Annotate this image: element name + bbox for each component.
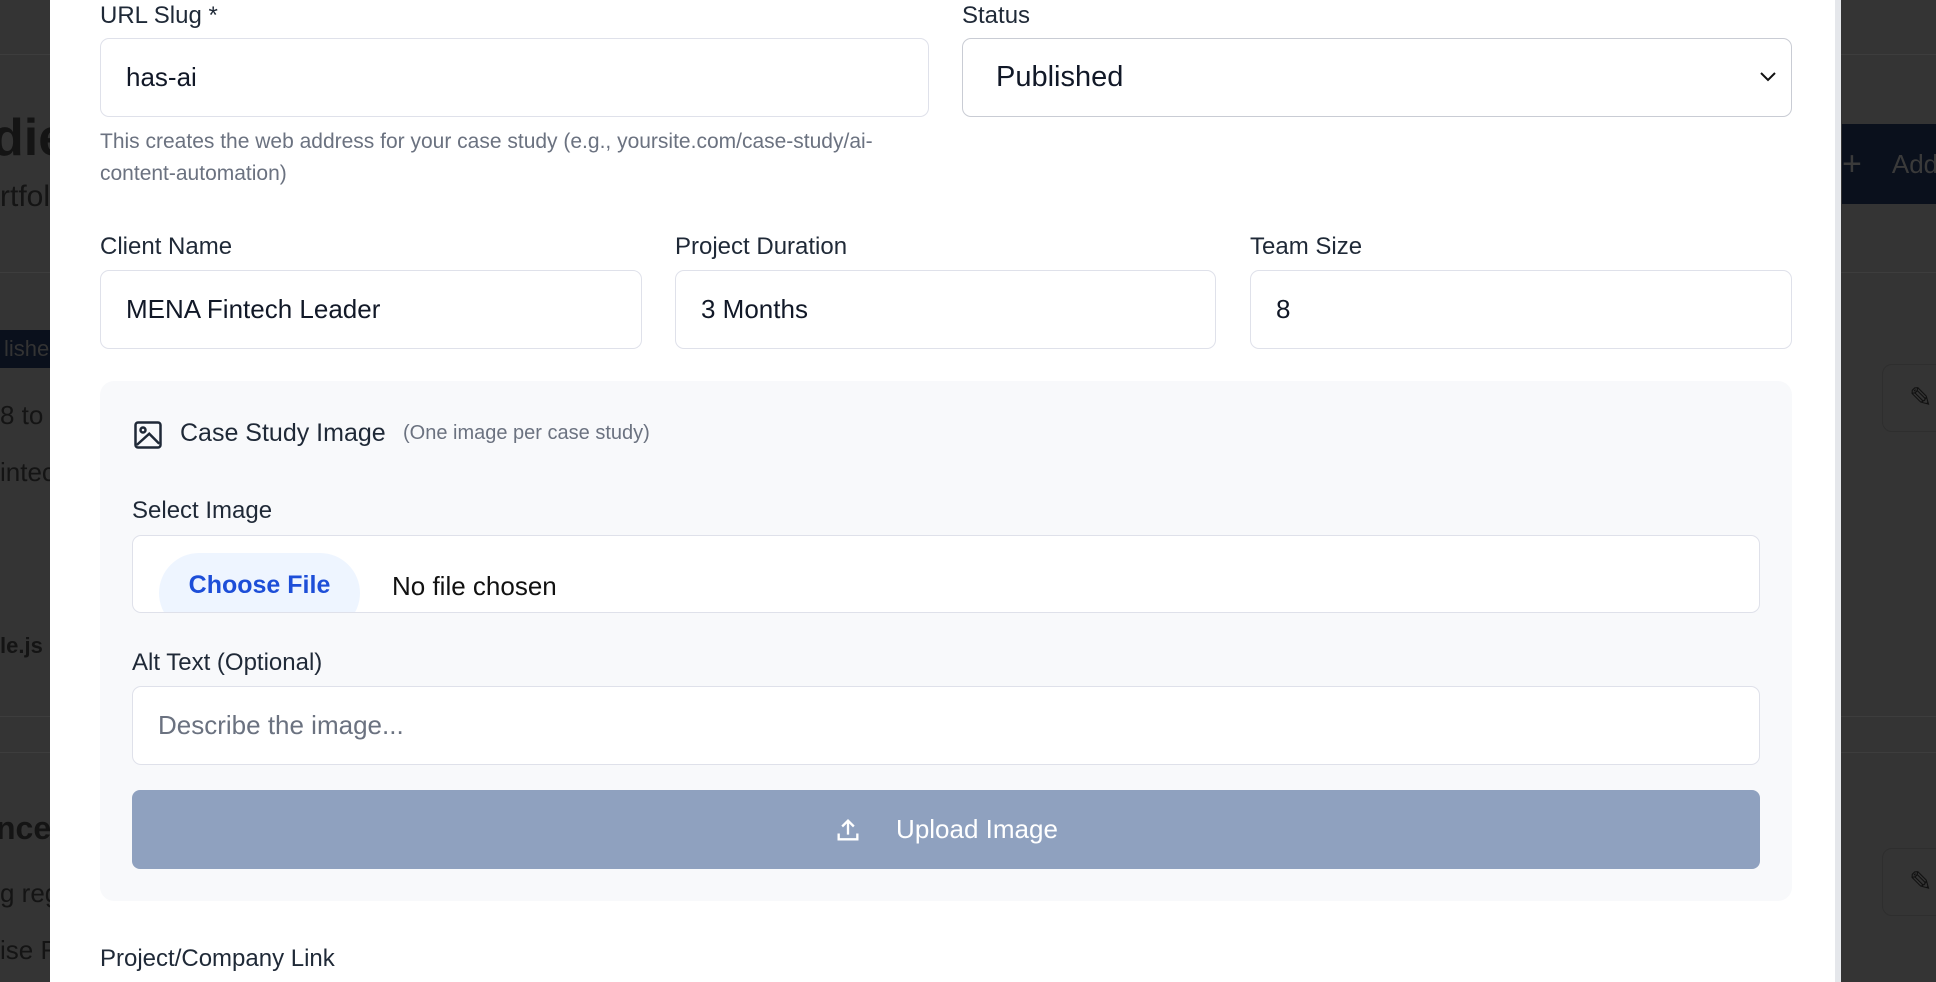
bg-edit-button: ✎ (1882, 848, 1936, 916)
choose-file-button[interactable]: Choose File (159, 553, 360, 612)
bg-subtitle: rtfol (0, 180, 51, 213)
file-input[interactable]: Choose File No file chosen (132, 535, 1760, 613)
upload-icon (837, 818, 859, 840)
bg-text-3: ise F (0, 935, 57, 965)
chevron-down-icon (1760, 72, 1776, 82)
client-name-input[interactable]: MENA Fintech Leader (100, 270, 642, 349)
edit-icon: ✎ (1909, 866, 1933, 897)
project-duration-input[interactable]: 3 Months (675, 270, 1216, 349)
bg-add-button: + Add (1842, 124, 1936, 204)
select-image-label: Select Image (132, 497, 273, 524)
image-section-note: (One image per case study) (403, 422, 650, 444)
project-duration-label: Project Duration (675, 233, 848, 260)
status-select[interactable]: Published (962, 38, 1792, 117)
image-icon (134, 421, 162, 449)
edit-icon: ✎ (1909, 382, 1933, 413)
bg-status-badge: lishe (0, 330, 54, 368)
upload-image-label: Upload Image (896, 814, 1058, 844)
project-link-label: Project/Company Link (100, 945, 335, 972)
bg-add-label: Add (1891, 148, 1936, 179)
no-file-text: No file chosen (392, 571, 557, 601)
bg-text: intec (0, 457, 55, 487)
bg-edit-button: ✎ (1882, 364, 1936, 432)
team-size-label: Team Size (1250, 233, 1363, 260)
alt-text-label: Alt Text (Optional) (132, 649, 323, 676)
image-section-title: Case Study Image (180, 419, 386, 447)
client-name-label: Client Name (100, 233, 233, 260)
url-slug-input[interactable]: has-ai (100, 38, 929, 117)
bg-tag: le.js (0, 633, 43, 658)
upload-image-button[interactable]: Upload Image (132, 790, 1760, 869)
alt-text-input[interactable]: Describe the image... (132, 686, 1760, 765)
plus-icon: + (1842, 144, 1862, 183)
status-value: Published (996, 61, 1124, 93)
status-label: Status (962, 2, 1031, 29)
url-slug-label: URL Slug * (100, 2, 218, 29)
url-slug-help: This creates the web address for your ca… (100, 130, 873, 185)
team-size-input[interactable]: 8 (1250, 270, 1792, 349)
